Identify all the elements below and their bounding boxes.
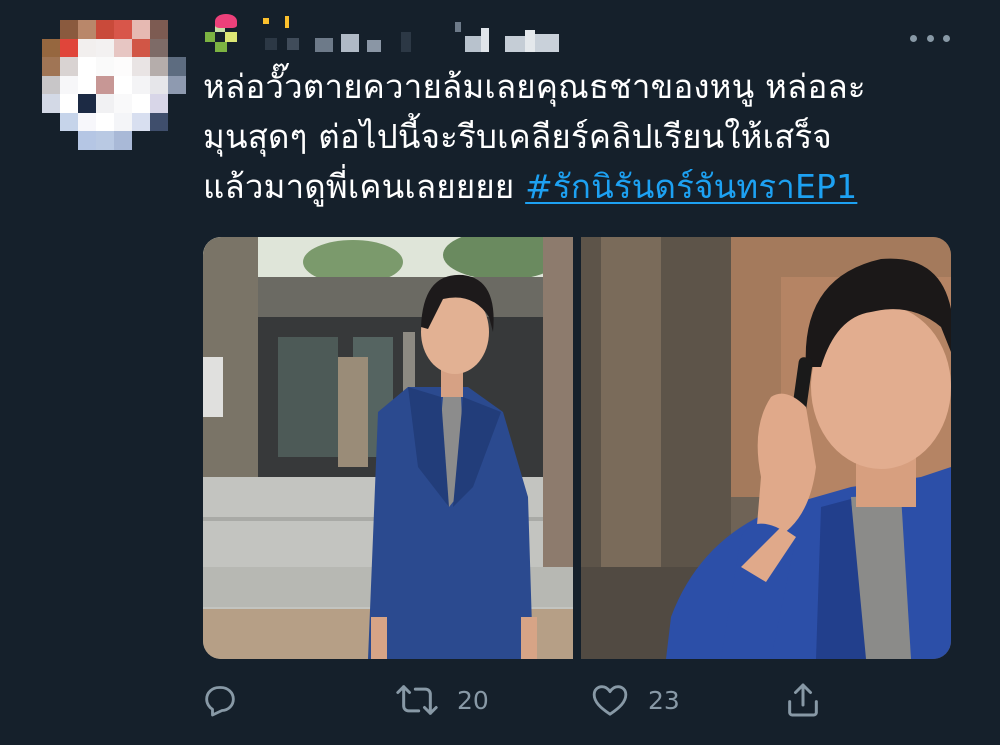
author-name-censored[interactable] xyxy=(205,12,585,52)
like-count: 23 xyxy=(648,685,680,715)
tweet-media xyxy=(203,237,951,659)
tweet: หล่อวั๊วตายควายล้มเลยคุณธชาของหนู หล่อละ… xyxy=(0,0,1000,745)
share-button[interactable] xyxy=(783,675,823,725)
photo-right-image xyxy=(581,237,951,659)
retweet-icon xyxy=(396,685,438,715)
photo-right[interactable] xyxy=(581,237,951,659)
tweet-text-line-2: มุนสุดๆ ต่อไปนี้จะรีบเคลียร์คลิปเรียนให้… xyxy=(203,117,832,156)
photo-left[interactable] xyxy=(203,237,573,659)
hashtag-link[interactable]: #รักนิรันดร์จันทราEP1 xyxy=(525,167,857,206)
share-icon xyxy=(788,683,818,717)
tweet-text-line-3-text: แล้วมาดูพี่เคนเลยยยย xyxy=(203,167,526,206)
photo-left-image xyxy=(203,237,573,659)
tweet-text: หล่อวั๊วตายควายล้มเลยคุณธชาของหนู หล่อละ… xyxy=(203,62,963,212)
tweet-text-line-1: หล่อวั๊วตายควายล้มเลยคุณธชาของหนู หล่อละ xyxy=(203,67,866,106)
heart-icon xyxy=(592,685,628,716)
more-options-icon[interactable] xyxy=(910,28,950,48)
retweet-count: 20 xyxy=(457,685,489,715)
reply-button[interactable] xyxy=(200,675,240,725)
avatar[interactable] xyxy=(42,20,186,150)
retweet-button[interactable]: 20 xyxy=(395,675,489,725)
reply-icon xyxy=(205,686,235,717)
tweet-actions: 20 23 xyxy=(200,675,840,725)
like-button[interactable]: 23 xyxy=(590,675,680,725)
tweet-text-line-3: แล้วมาดูพี่เคนเลยยยย #รักนิรันดร์จันทราE… xyxy=(203,162,963,212)
